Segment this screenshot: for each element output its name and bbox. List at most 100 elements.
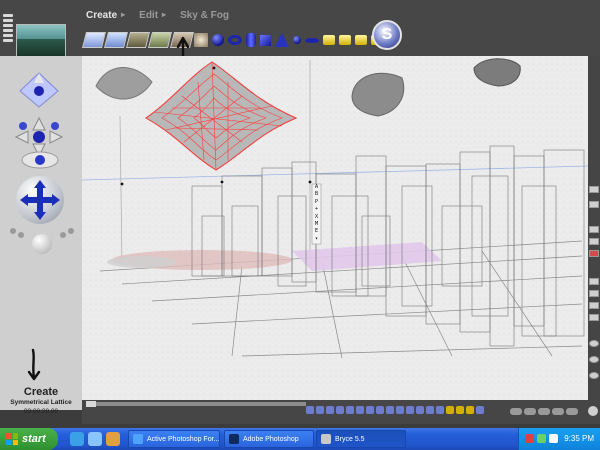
options-button[interactable]: [588, 406, 598, 416]
browser-icon: [133, 434, 143, 444]
light-button-3[interactable]: [355, 35, 367, 45]
render-dot-2[interactable]: [18, 232, 24, 238]
water-plane-button[interactable]: [104, 32, 128, 48]
quicklaunch-desktop-icon[interactable]: [88, 432, 102, 446]
light-button-1[interactable]: [323, 35, 335, 45]
right-tool-8[interactable]: [589, 302, 599, 309]
select-tool-8[interactable]: [376, 406, 384, 414]
task-bryce[interactable]: Bryce 5.5: [316, 430, 406, 448]
end-button[interactable]: [566, 408, 578, 415]
toolbox-item-e[interactable]: E: [315, 228, 318, 235]
right-tool-7[interactable]: [589, 290, 599, 297]
scene-canvas[interactable]: [82, 56, 588, 400]
left-control-panel: Create Symmetrical Lattice 00:00:00.00: [0, 56, 82, 415]
tray-volume-icon[interactable]: [549, 434, 558, 443]
camera-pan-trackball[interactable]: [16, 176, 64, 224]
tray-icon-1[interactable]: [525, 434, 534, 443]
select-tool-17[interactable]: [466, 406, 474, 414]
right-tool-11[interactable]: [589, 356, 599, 363]
render-dot-3[interactable]: [60, 232, 66, 238]
object-toolbox-labels: A B P + X M E ▾: [312, 184, 321, 244]
start-button[interactable]: start: [0, 428, 58, 450]
toolbox-item-a[interactable]: A: [315, 184, 318, 191]
infinite-plane-button[interactable]: [82, 32, 106, 48]
toolbox-item-arrow[interactable]: ▾: [315, 236, 318, 243]
tray-icon-2[interactable]: [537, 434, 546, 443]
select-tool-2[interactable]: [316, 406, 324, 414]
back-button[interactable]: [524, 408, 536, 415]
toolbox-item-plus[interactable]: +: [315, 206, 318, 213]
select-tool-1[interactable]: [306, 406, 314, 414]
right-tool-9[interactable]: [589, 314, 599, 321]
play-button[interactable]: [538, 408, 550, 415]
select-tool-18[interactable]: [476, 406, 484, 414]
menu-create[interactable]: Create: [86, 10, 117, 21]
render-dot-1[interactable]: [10, 228, 16, 234]
select-tool-10[interactable]: [396, 406, 404, 414]
task-label-3: Bryce 5.5: [335, 435, 365, 443]
animation-timeline[interactable]: [86, 401, 306, 407]
select-tool-13[interactable]: [426, 406, 434, 414]
task-adobe-photoshop[interactable]: Adobe Photoshop: [224, 430, 314, 448]
mode-label: Create: [23, 386, 59, 398]
menu-edit-arrow: ▸: [162, 10, 167, 19]
toolbox-item-p[interactable]: P: [315, 199, 318, 206]
rewind-button[interactable]: [510, 408, 522, 415]
cube-button[interactable]: [260, 34, 271, 46]
terrain-button[interactable]: [126, 32, 150, 48]
view-control-icon[interactable]: [20, 148, 60, 172]
move-arrows-icon: [20, 180, 60, 220]
right-tool-5[interactable]: [589, 250, 599, 257]
tree-button[interactable]: [148, 32, 172, 48]
select-tool-15[interactable]: [446, 406, 454, 414]
menu-sky-fog[interactable]: Sky & Fog: [180, 10, 229, 21]
task-photoshop-forum[interactable]: Active Photoshop For...: [128, 430, 220, 448]
forward-button[interactable]: [552, 408, 564, 415]
start-label: start: [22, 433, 46, 445]
scale-slider[interactable]: [3, 14, 13, 50]
right-tool-3[interactable]: [589, 226, 599, 233]
light-button-2[interactable]: [339, 35, 351, 45]
sphere-small-button[interactable]: [293, 36, 301, 44]
cone-button[interactable]: [275, 33, 289, 47]
windows-taskbar: start Active Photoshop For... Adobe Phot…: [0, 428, 600, 450]
menu-edit[interactable]: Edit: [139, 10, 158, 21]
select-tool-16[interactable]: [456, 406, 464, 414]
select-tool-4[interactable]: [336, 406, 344, 414]
right-tool-2[interactable]: [589, 201, 599, 208]
render-dot-4[interactable]: [68, 228, 74, 234]
task-label-1: Active Photoshop For...: [147, 435, 220, 443]
nano-preview[interactable]: [16, 24, 66, 58]
scene-viewport[interactable]: A B P + X M E ▾: [82, 56, 588, 400]
right-tool-12[interactable]: [589, 372, 599, 379]
right-toolbar: [588, 56, 600, 416]
quicklaunch-media-icon[interactable]: [106, 432, 120, 446]
lattice-button[interactable]: [194, 33, 208, 47]
right-tool-6[interactable]: [589, 278, 599, 285]
render-sphere-button[interactable]: [32, 234, 52, 254]
right-tool-4[interactable]: [589, 238, 599, 245]
toolbox-item-x[interactable]: X: [315, 214, 318, 221]
select-tool-3[interactable]: [326, 406, 334, 414]
select-tool-6[interactable]: [356, 406, 364, 414]
select-tool-12[interactable]: [416, 406, 424, 414]
toolbox-item-m[interactable]: M: [315, 221, 318, 228]
select-tool-14[interactable]: [436, 406, 444, 414]
render-controls: [8, 226, 74, 258]
right-tool-10[interactable]: [589, 340, 599, 347]
select-tool-11[interactable]: [406, 406, 414, 414]
bryce-logo-icon[interactable]: S: [372, 20, 402, 50]
quicklaunch-ie-icon[interactable]: [70, 432, 84, 446]
disc-button[interactable]: [305, 37, 319, 43]
torus-button[interactable]: [228, 35, 242, 45]
select-tool-9[interactable]: [386, 406, 394, 414]
select-tool-7[interactable]: [366, 406, 374, 414]
menu-create-arrow: ▸: [121, 10, 126, 19]
sphere-button[interactable]: [212, 34, 224, 46]
timeline-scrubber[interactable]: [86, 401, 96, 407]
select-tool-5[interactable]: [346, 406, 354, 414]
cylinder-button[interactable]: [246, 33, 256, 47]
toolbox-item-b[interactable]: B: [315, 191, 318, 198]
right-tool-1[interactable]: [589, 186, 599, 193]
time-readout: 00:00:00.00: [23, 408, 59, 415]
